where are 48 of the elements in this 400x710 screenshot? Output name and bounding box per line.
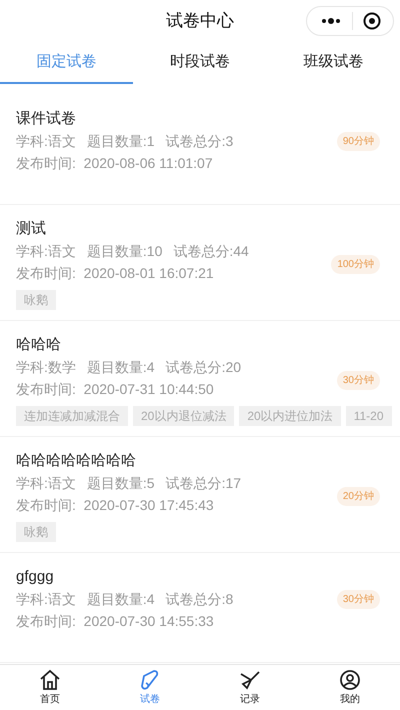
paper-title[interactable]: 哈哈哈哈哈哈哈哈 (16, 450, 136, 472)
question-count-text: 题目数量:4 (86, 358, 155, 377)
tag: 11-20 (346, 406, 392, 426)
tag: 20以内进位加法 (239, 406, 341, 426)
tag: 咏鹅 (16, 290, 56, 310)
duration-badge: 30分钟 (336, 590, 380, 608)
total-score-text: 试卷总分:8 (166, 590, 234, 609)
paper-title[interactable]: 哈哈哈 (16, 334, 61, 356)
duration-badge: 20分钟 (336, 486, 380, 506)
target-icon (363, 12, 381, 30)
tag: 20以内退位减法 (133, 406, 234, 426)
publish-time-text: 发布时间: 2020-08-06 11:01:07 (16, 154, 213, 173)
question-count-text: 题目数量:10 (86, 242, 162, 261)
nav-item[interactable]: 试卷 (100, 665, 200, 710)
subject-text: 学科:语文 (16, 474, 76, 493)
duration-badge: 90分钟 (336, 132, 380, 150)
nav-item[interactable]: 我的 (300, 665, 400, 710)
duration-badge: 30分钟 (336, 370, 380, 390)
total-score-text: 试卷总分:44 (173, 242, 249, 261)
capsule-menu[interactable] (306, 6, 394, 36)
page-title: 试卷中心 (166, 10, 234, 32)
home-icon (38, 668, 62, 692)
total-score-text: 试卷总分:17 (166, 474, 242, 493)
tab[interactable]: 班级试卷 (266, 42, 400, 84)
subject-text: 学科:数学 (16, 358, 76, 377)
subject-text: 学科:语文 (16, 242, 76, 261)
publish-time-text: 发布时间: 2020-07-31 10:44:50 (16, 380, 214, 399)
tab[interactable]: 时段试卷 (133, 42, 267, 84)
paper-title[interactable]: gfggg (16, 566, 54, 588)
tag: 连加连减加减混合 (16, 406, 128, 426)
more-icon (320, 17, 342, 25)
subject-text: 学科:语文 (16, 132, 76, 151)
paper-title[interactable]: 测试 (16, 218, 46, 240)
question-count-text: 题目数量:4 (86, 590, 155, 609)
paper-title[interactable]: 课件试卷 (16, 108, 76, 130)
total-score-text: 试卷总分:20 (166, 358, 242, 377)
question-count-text: 题目数量:5 (86, 474, 155, 493)
tag: 咏鹅 (16, 522, 56, 542)
nav-item[interactable]: 记录 (200, 665, 300, 710)
question-count-text: 题目数量:1 (86, 132, 155, 151)
publish-time-text: 发布时间: 2020-07-30 17:45:43 (16, 496, 214, 515)
subject-text: 学科:语文 (16, 590, 76, 609)
person-icon (338, 668, 362, 692)
nav-item[interactable]: 首页 (0, 665, 100, 710)
total-score-text: 试卷总分:3 (166, 132, 234, 151)
publish-time-text: 发布时间: 2020-08-01 16:07:21 (16, 264, 214, 283)
publish-time-text: 发布时间: 2020-07-30 14:55:33 (16, 612, 214, 631)
duration-badge: 100分钟 (331, 254, 380, 274)
